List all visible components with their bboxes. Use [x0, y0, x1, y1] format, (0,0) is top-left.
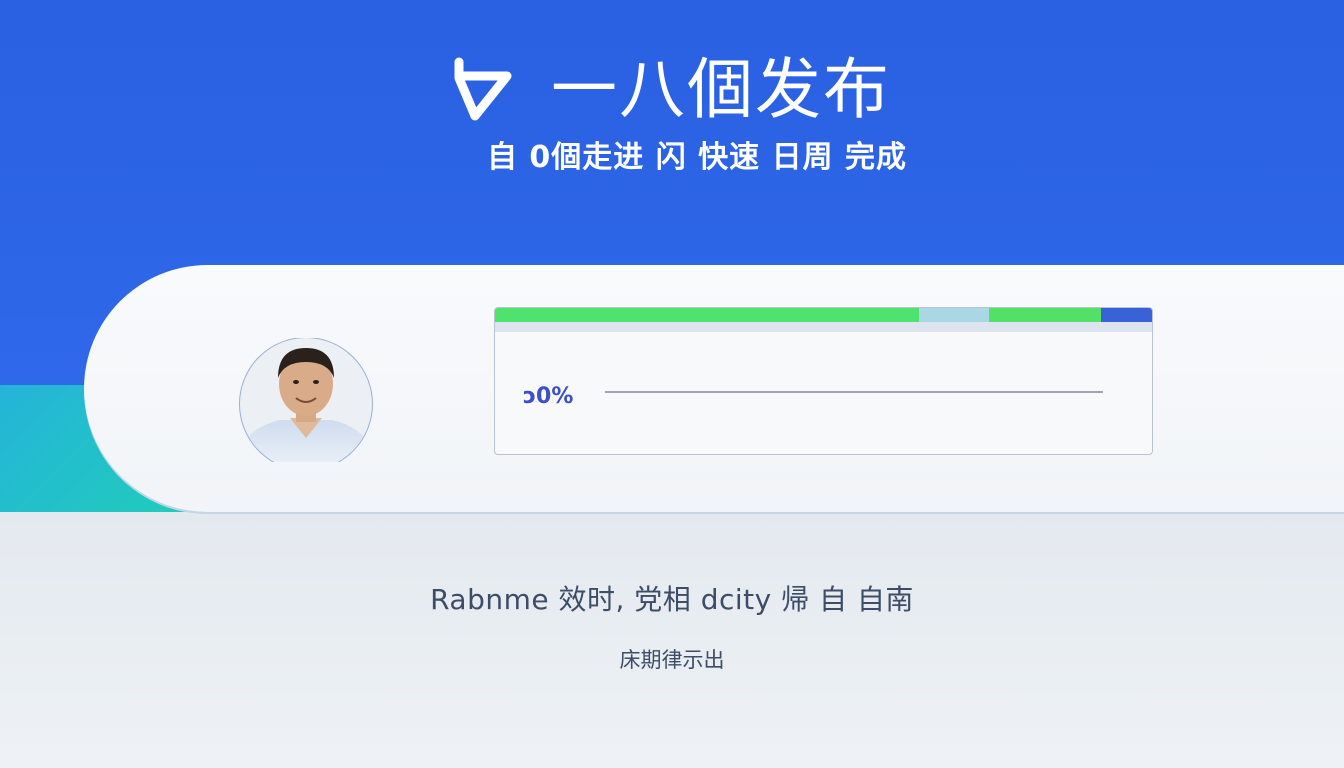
- progress-bar: [495, 308, 1152, 322]
- progress-segment: [919, 308, 990, 322]
- progress-panel: ɔ0%: [494, 307, 1153, 455]
- check-logo-icon: [454, 57, 512, 121]
- title-row: 一八個发布: [0, 52, 1344, 128]
- app-title: 一八個发布: [551, 51, 891, 128]
- progress-track-line: [605, 391, 1103, 393]
- page-root: 一八個发布 自 0個走进 闪 快速 日周 完成 ɔ0% Rabnme 效时, 党…: [0, 0, 1344, 768]
- caption-text: Rabnme 效时, 党相 dcity 帰 自 自南: [430, 583, 914, 616]
- app-subtitle: 自 0個走进 闪 快速 日周 完成: [486, 140, 908, 175]
- progress-subbar: [495, 322, 1152, 332]
- progress-segment: [989, 308, 1101, 322]
- progress-percent: ɔ0%: [523, 384, 574, 409]
- header: 一八個发布 自 0個走进 闪 快速 日周 完成: [0, 52, 1344, 176]
- avatar-portrait-icon: [239, 338, 373, 462]
- progress-segment: [495, 308, 920, 322]
- lower-background: [0, 512, 1344, 768]
- caption-subtext: 床期律示出: [619, 648, 725, 672]
- user-avatar[interactable]: [224, 338, 386, 462]
- progress-segment: [1100, 308, 1152, 322]
